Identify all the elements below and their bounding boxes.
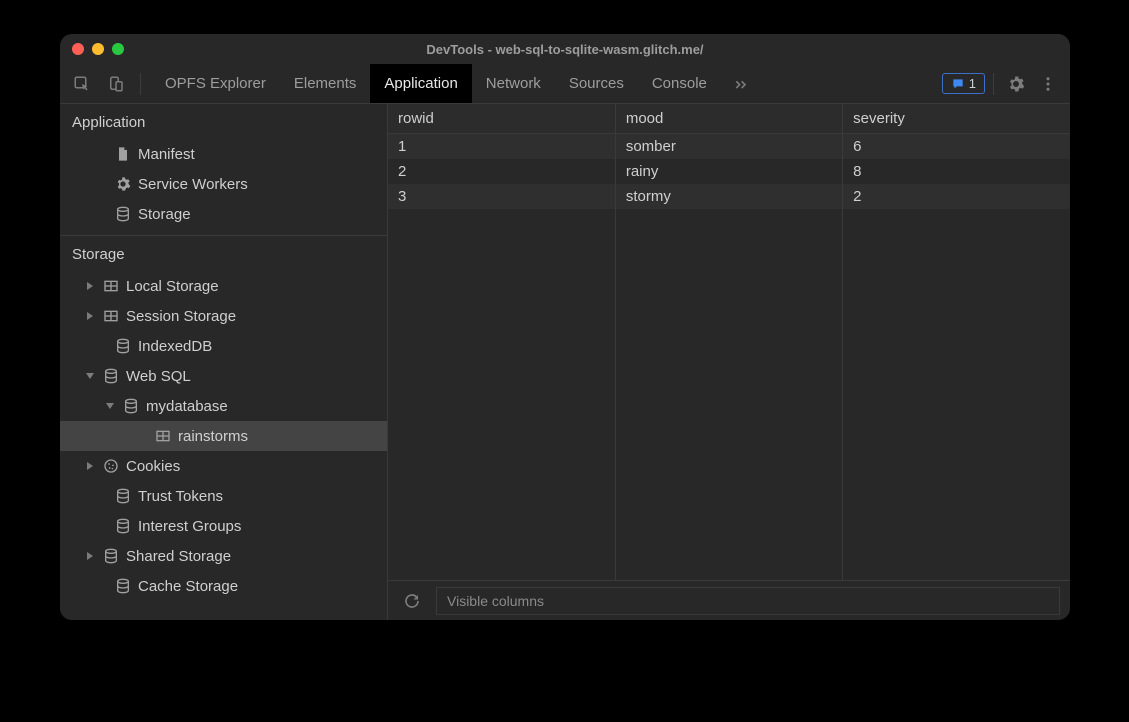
grid-icon [154, 427, 172, 445]
sidebar-item-session-storage[interactable]: Session Storage [60, 301, 387, 331]
titlebar: DevTools - web-sql-to-sqlite-wasm.glitch… [60, 34, 1070, 64]
chevron-right-icon[interactable] [84, 280, 96, 292]
column-header-severity[interactable]: severity [843, 104, 1070, 134]
file-icon [114, 145, 132, 163]
application-sidebar[interactable]: Application Manifest Service Workers Storag… [60, 104, 388, 620]
sidebar-item-label: mydatabase [146, 398, 228, 415]
tab-application[interactable]: Application [370, 64, 471, 103]
sidebar-item-service-workers[interactable]: Service Workers [60, 169, 387, 199]
cell: somber [615, 134, 842, 160]
sidebar-item-label: Shared Storage [126, 548, 231, 565]
cell: 8 [843, 159, 1070, 184]
chevron-right-icon[interactable] [84, 310, 96, 322]
sidebar-item-label: Storage [138, 206, 191, 223]
window-title: DevTools - web-sql-to-sqlite-wasm.glitch… [60, 42, 1070, 57]
sidebar-item-label: IndexedDB [138, 338, 212, 355]
sidebar-item-cache-storage[interactable]: Cache Storage [60, 571, 387, 601]
refresh-icon[interactable] [398, 587, 426, 615]
sidebar-item-label: Local Storage [126, 278, 219, 295]
sidebar-item-shared-storage[interactable]: Shared Storage [60, 541, 387, 571]
tab-sources[interactable]: Sources [555, 64, 638, 103]
sidebar-item-indexeddb[interactable]: IndexedDB [60, 331, 387, 361]
main-toolbar: OPFS ExplorerElementsApplicationNetworkS… [60, 64, 1070, 104]
table-row[interactable]: 1somber6 [388, 134, 1070, 160]
database-icon [102, 547, 120, 565]
table-row[interactable]: 3stormy2 [388, 184, 1070, 209]
minimize-button[interactable] [92, 43, 104, 55]
cookie-icon [102, 457, 120, 475]
toolbar-divider [993, 73, 994, 95]
kebab-menu-icon[interactable] [1034, 70, 1062, 98]
database-icon [114, 205, 132, 223]
database-icon [114, 487, 132, 505]
sidebar-item-manifest[interactable]: Manifest [60, 139, 387, 169]
content-area: Application Manifest Service Workers Storag… [60, 104, 1070, 620]
chevron-right-icon[interactable] [84, 460, 96, 472]
sidebar-item-label: Cache Storage [138, 578, 238, 595]
cell: stormy [615, 184, 842, 209]
column-header-rowid[interactable]: rowid [388, 104, 615, 134]
database-icon [102, 367, 120, 385]
sidebar-item-storage[interactable]: Storage [60, 199, 387, 229]
cell: 3 [388, 184, 615, 209]
devtools-window: DevTools - web-sql-to-sqlite-wasm.glitch… [60, 34, 1070, 620]
toolbar-divider [140, 73, 141, 95]
grid-icon [102, 277, 120, 295]
settings-gear-icon[interactable] [1002, 70, 1030, 98]
table-row[interactable]: 2rainy8 [388, 159, 1070, 184]
tabs: OPFS ExplorerElementsApplicationNetworkS… [151, 64, 721, 103]
sidebar-item-interest-groups[interactable]: Interest Groups [60, 511, 387, 541]
tab-network[interactable]: Network [472, 64, 555, 103]
cell: rainy [615, 159, 842, 184]
device-toggle-icon[interactable] [102, 70, 130, 98]
messages-count: 1 [969, 76, 976, 91]
cell: 1 [388, 134, 615, 160]
chevron-right-icon[interactable] [84, 550, 96, 562]
toolbar-right: 1 [942, 70, 1062, 98]
column-header-mood[interactable]: mood [615, 104, 842, 134]
traffic-lights [72, 43, 124, 55]
cell: 2 [388, 159, 615, 184]
messages-badge[interactable]: 1 [942, 73, 985, 94]
sidebar-item-label: Trust Tokens [138, 488, 223, 505]
table-bottombar [388, 580, 1070, 620]
more-tabs-icon[interactable] [727, 70, 755, 98]
visible-columns-input[interactable] [436, 587, 1060, 615]
websql-table: rowidmoodseverity 1somber62rainy83stormy… [388, 104, 1070, 209]
sidebar-item-label: rainstorms [178, 428, 248, 445]
cell: 2 [843, 184, 1070, 209]
close-button[interactable] [72, 43, 84, 55]
sidebar-item-trust-tokens[interactable]: Trust Tokens [60, 481, 387, 511]
database-icon [114, 517, 132, 535]
inspect-element-icon[interactable] [68, 70, 96, 98]
tab-elements[interactable]: Elements [280, 64, 371, 103]
grid-icon [102, 307, 120, 325]
sidebar-item-cookies[interactable]: Cookies [60, 451, 387, 481]
sidebar-item-label: Cookies [126, 458, 180, 475]
sidebar-item-label: Web SQL [126, 368, 191, 385]
sidebar-item-label: Manifest [138, 146, 195, 163]
sidebar-item-label: Service Workers [138, 176, 248, 193]
database-icon [114, 337, 132, 355]
database-icon [114, 577, 132, 595]
maximize-button[interactable] [112, 43, 124, 55]
tab-console[interactable]: Console [638, 64, 721, 103]
sidebar-item-web-sql[interactable]: Web SQL [60, 361, 387, 391]
table-panel: rowidmoodseverity 1somber62rainy83stormy… [388, 104, 1070, 620]
sidebar-group-storage: Storage [60, 235, 387, 271]
table-scroll[interactable]: rowidmoodseverity 1somber62rainy83stormy… [388, 104, 1070, 580]
column-guides [388, 209, 1070, 580]
database-icon [122, 397, 140, 415]
gear-icon [114, 175, 132, 193]
sidebar-group-application: Application [60, 104, 387, 139]
sidebar-item-local-storage[interactable]: Local Storage [60, 271, 387, 301]
sidebar-item-label: Interest Groups [138, 518, 241, 535]
chevron-down-icon[interactable] [84, 370, 96, 382]
chevron-down-icon[interactable] [104, 400, 116, 412]
sidebar-item-rainstorms[interactable]: rainstorms [60, 421, 387, 451]
sidebar-item-label: Session Storage [126, 308, 236, 325]
tab-opfs-explorer[interactable]: OPFS Explorer [151, 64, 280, 103]
cell: 6 [843, 134, 1070, 160]
sidebar-item-mydatabase[interactable]: mydatabase [60, 391, 387, 421]
